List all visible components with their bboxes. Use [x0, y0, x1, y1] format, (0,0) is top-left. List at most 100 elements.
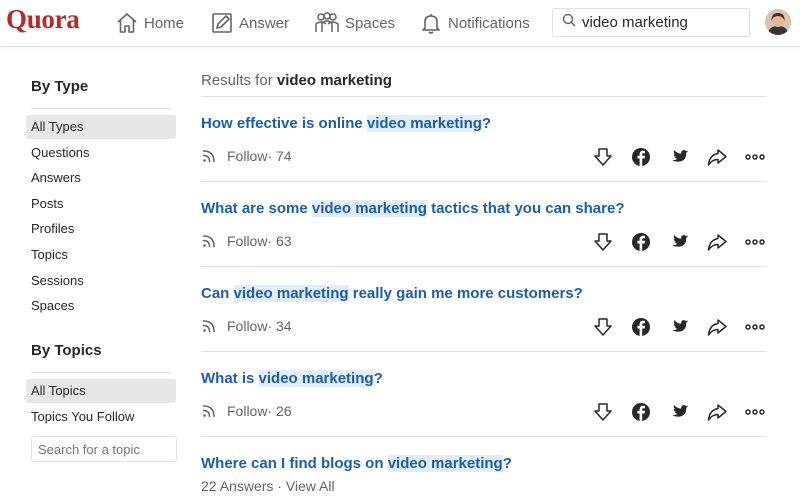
query-highlight: video marketing: [258, 370, 374, 387]
nav-spaces[interactable]: Spaces: [314, 9, 395, 37]
share-icon[interactable]: [706, 146, 728, 168]
query-highlight: video marketing: [366, 115, 482, 132]
follow-button[interactable]: Follow: [227, 148, 267, 164]
quora-logo[interactable]: Quora: [6, 4, 80, 35]
bell-icon: [419, 11, 443, 35]
twitter-share-icon[interactable]: [668, 146, 690, 168]
follow-button[interactable]: Follow: [227, 403, 267, 419]
follower-count: · 63: [267, 233, 292, 249]
divider: [31, 372, 171, 374]
question-link[interactable]: What are some video marketing tactics th…: [201, 200, 625, 217]
nav-answer-label: Answer: [239, 14, 290, 32]
answers-count-link[interactable]: 22 Answers · View All: [201, 478, 335, 494]
filter-topics-you-follow[interactable]: Topics You Follow: [26, 405, 176, 429]
downvote-icon[interactable]: [592, 231, 614, 253]
search-input[interactable]: [582, 14, 742, 31]
follower-count: · 26: [267, 403, 292, 419]
facebook-share-icon[interactable]: [630, 316, 652, 338]
facebook-share-icon[interactable]: [630, 401, 652, 423]
query-highlight: video marketing: [387, 455, 503, 472]
search-icon: [562, 13, 576, 32]
question-link[interactable]: Where can I find blogs on video marketin…: [201, 455, 512, 472]
home-icon: [115, 11, 139, 35]
filter-spaces[interactable]: Spaces: [26, 294, 176, 318]
result-item: What are some video marketing tactics th…: [201, 182, 766, 267]
action-bar: [576, 230, 766, 254]
share-icon[interactable]: [706, 231, 728, 253]
question-link[interactable]: How effective is online video marketing?: [201, 115, 491, 132]
results-header: Results for video marketing: [201, 66, 766, 97]
share-icon[interactable]: [706, 401, 728, 423]
filter-profiles[interactable]: Profiles: [26, 217, 176, 241]
question-text: Where can I find blogs on: [201, 455, 388, 472]
search-results: Results for video marketing How effectiv…: [201, 66, 766, 497]
rss-follow-icon: [201, 401, 219, 422]
question-text: ?: [481, 115, 492, 132]
question-link[interactable]: Can video marketing really gain me more …: [201, 285, 583, 302]
filter-topics[interactable]: Topics: [26, 243, 176, 267]
by-topics-heading: By Topics: [31, 342, 102, 360]
question-text: What are some: [201, 200, 312, 217]
filter-all-topics[interactable]: All Topics: [26, 379, 176, 404]
question-text: ?: [373, 370, 383, 387]
action-bar: [576, 315, 766, 339]
filter-sidebar: By Type All Types Questions Answers Post…: [26, 60, 177, 463]
topic-search-input[interactable]: [31, 436, 177, 463]
follow-button[interactable]: Follow: [227, 318, 267, 334]
nav-home-label: Home: [144, 14, 185, 32]
filter-sessions[interactable]: Sessions: [26, 269, 176, 293]
twitter-share-icon[interactable]: [668, 316, 690, 338]
question-text: really gain me more customers?: [348, 285, 583, 302]
results-query: video marketing: [276, 72, 392, 89]
more-options-icon[interactable]: [744, 146, 766, 168]
query-highlight: video marketing: [311, 200, 427, 217]
nav-answer[interactable]: Answer: [210, 9, 289, 37]
follow-button[interactable]: Follow: [227, 233, 267, 249]
nav-home[interactable]: Home: [115, 9, 184, 37]
results-prefix: Results for: [201, 72, 273, 89]
filter-posts[interactable]: Posts: [26, 192, 176, 216]
more-options-icon[interactable]: [744, 231, 766, 253]
downvote-icon[interactable]: [592, 146, 614, 168]
facebook-share-icon[interactable]: [630, 231, 652, 253]
action-bar: [576, 400, 766, 424]
top-nav-bar: Quora Home Answer Spaces Notifications v…: [0, 0, 800, 47]
result-item: Where can I find blogs on video marketin…: [201, 437, 766, 497]
question-link[interactable]: What is video marketing?: [201, 370, 383, 387]
result-item: How effective is online video marketing?…: [201, 97, 766, 182]
downvote-icon[interactable]: [592, 316, 614, 338]
follow-row: Follow · 63: [201, 230, 292, 252]
downvote-icon[interactable]: [592, 401, 614, 423]
filter-questions[interactable]: Questions: [26, 141, 176, 165]
follow-row: Follow · 34: [201, 315, 292, 337]
spaces-icon: [314, 11, 340, 35]
rss-follow-icon: [201, 231, 219, 252]
question-text: tactics that you can share?: [426, 200, 625, 217]
action-bar: [576, 145, 766, 169]
by-type-heading: By Type: [31, 78, 89, 95]
question-text: ?: [502, 455, 512, 472]
twitter-share-icon[interactable]: [668, 401, 690, 423]
filter-all-types[interactable]: All Types: [26, 115, 176, 139]
more-options-icon[interactable]: [744, 316, 766, 338]
avatar[interactable]: [765, 9, 791, 35]
nav-notifications-label: Notifications: [448, 14, 530, 32]
twitter-share-icon[interactable]: [668, 231, 690, 253]
question-text: Can: [201, 285, 234, 302]
query-highlight: video marketing: [233, 285, 349, 302]
rss-follow-icon: [201, 146, 219, 167]
follower-count: · 74: [267, 148, 292, 164]
share-icon[interactable]: [706, 316, 728, 338]
more-options-icon[interactable]: [744, 401, 766, 423]
divider: [31, 108, 171, 109]
search-box[interactable]: [552, 8, 750, 37]
pencil-icon: [210, 11, 234, 35]
facebook-share-icon[interactable]: [630, 146, 652, 168]
question-text: How effective is online: [201, 115, 367, 132]
follow-row: Follow · 26: [201, 400, 292, 422]
filter-answers[interactable]: Answers: [26, 166, 176, 190]
result-item: Can video marketing really gain me more …: [201, 267, 766, 352]
follower-count: · 34: [267, 318, 292, 334]
nav-notifications[interactable]: Notifications: [419, 9, 530, 37]
nav-spaces-label: Spaces: [345, 14, 396, 32]
